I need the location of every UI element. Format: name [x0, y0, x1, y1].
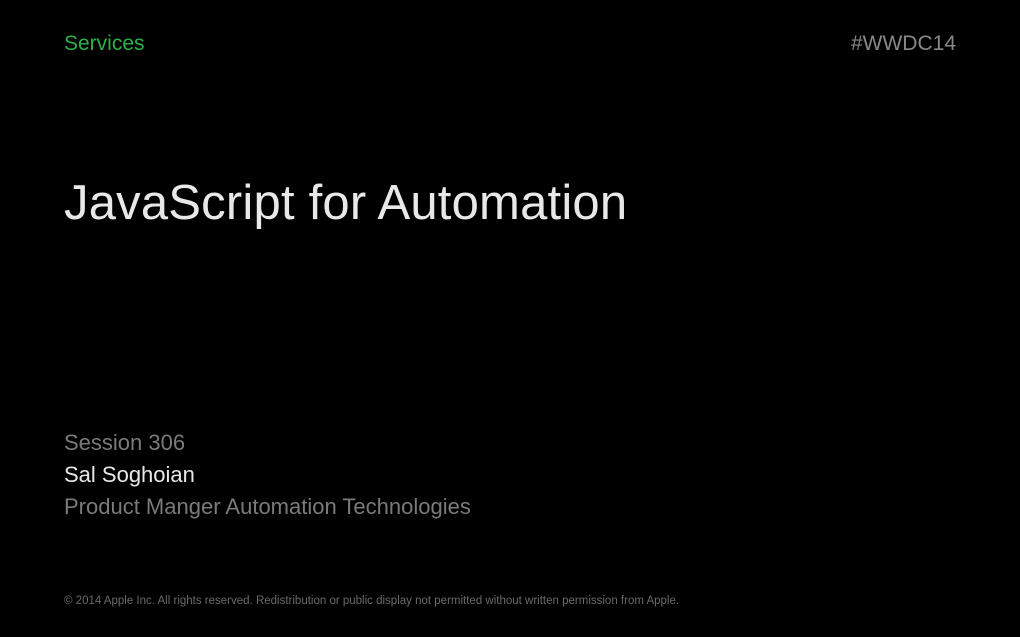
speaker-name: Sal Soghoian — [64, 462, 471, 488]
copyright-notice: © 2014 Apple Inc. All rights reserved. R… — [64, 595, 679, 607]
header-row: Services #WWDC14 — [64, 32, 956, 56]
session-number: Session 306 — [64, 430, 471, 456]
event-hashtag: #WWDC14 — [851, 32, 956, 56]
slide-title: JavaScript for Automation — [64, 175, 627, 231]
speaker-role: Product Manger Automation Technologies — [64, 494, 471, 520]
session-block: Session 306 Sal Soghoian Product Manger … — [64, 430, 471, 520]
category-label: Services — [64, 32, 145, 56]
